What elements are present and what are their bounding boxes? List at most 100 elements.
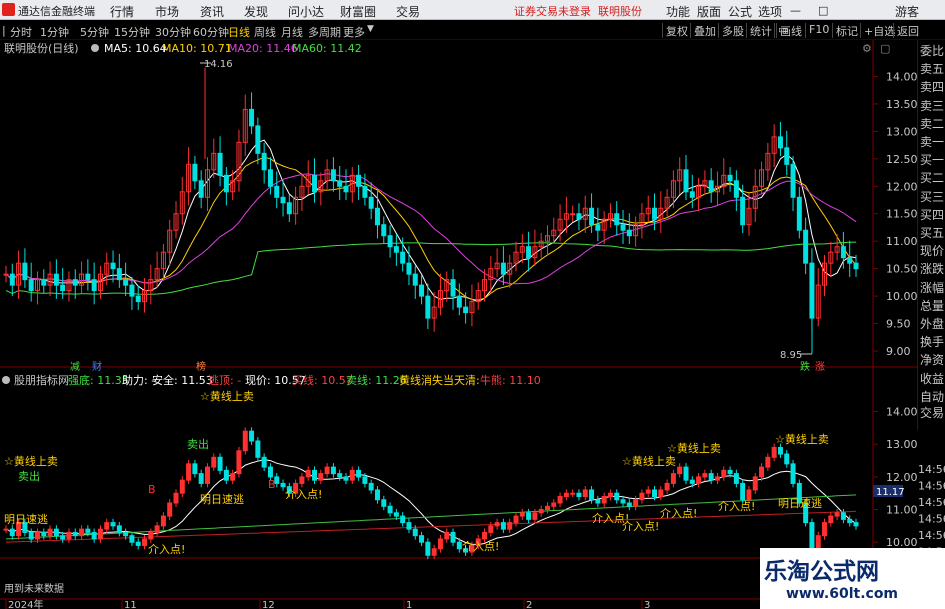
ind-candle-body xyxy=(450,531,456,543)
mark-button[interactable]: 标记 xyxy=(832,23,861,38)
ind-candle-body xyxy=(544,505,550,511)
indicator-annotation: 明日速逃 xyxy=(778,497,822,510)
marker-jian[interactable]: 减 xyxy=(70,361,80,373)
candlestick-chart[interactable]: 联明股份(日线) MA5: 10.64 MA10: 10.71 MA20: 11… xyxy=(0,40,945,609)
tab-period-weekly[interactable]: 周线 xyxy=(254,24,276,40)
menu-shichang[interactable]: 市场 xyxy=(155,3,179,20)
back-button[interactable]: 返回 xyxy=(893,23,922,38)
tab-period-multi[interactable]: 多周期 xyxy=(308,24,341,40)
ind-candle-body xyxy=(437,538,443,550)
candle-body xyxy=(803,229,809,264)
marker-bang[interactable]: 榜 xyxy=(196,360,206,373)
ma-settings-icon[interactable] xyxy=(91,44,99,52)
ind-candle-body xyxy=(167,502,173,517)
menu-xuanxiang[interactable]: 选项 xyxy=(758,3,782,20)
multi-stock-button[interactable]: 多股 xyxy=(718,23,747,38)
candle-body xyxy=(847,257,853,264)
tab-period-1min[interactable]: 1分钟 xyxy=(40,24,69,40)
marker-cai[interactable]: 财 xyxy=(92,360,102,373)
ind-candle-body xyxy=(532,512,538,520)
menu-faxian[interactable]: 发现 xyxy=(244,3,268,20)
menu-banmian[interactable]: 版面 xyxy=(697,3,721,20)
collapse-icon[interactable]: | xyxy=(2,24,6,37)
tab-period-monthly[interactable]: 月线 xyxy=(281,24,303,40)
candle-body xyxy=(400,251,406,264)
ind-maixian: 买线: 10.57 xyxy=(292,373,353,387)
chart-area[interactable]: 联明股份(日线) MA5: 10.64 MA10: 10.71 MA20: 11… xyxy=(0,40,945,609)
chart-window-controls[interactable]: ⚙ ▢ xyxy=(862,42,890,55)
tab-period-30min[interactable]: 30分钟 xyxy=(155,24,191,40)
menu-wenxiaoda[interactable]: 问小达 xyxy=(288,3,324,20)
candle-body xyxy=(853,262,859,270)
settings-icon[interactable]: ⚙ xyxy=(862,42,872,55)
candle-body xyxy=(595,224,601,231)
ind-candle-body xyxy=(639,492,645,501)
tab-period-fenshi[interactable]: 分时 xyxy=(10,24,32,40)
candle-body xyxy=(777,136,783,149)
candle-body xyxy=(255,125,261,154)
ind-candle-body xyxy=(658,489,664,497)
ind-candle-body xyxy=(689,479,695,484)
indicator-annotation: 明日速逃 xyxy=(200,493,244,506)
quote-side-panel: 委比 卖五 卖四 卖三 卖二 卖一 买一 买二 买三 买四 买五 现价 涨跌 涨幅 总量 外盘 换手 净资 收益 自动… xyxy=(917,40,945,430)
menu-gongneng[interactable]: 功能 xyxy=(666,3,690,20)
menu-bar: 通达信金融终端 行情 市场 资讯 发现 问小达 财富圈 交易 证券交易未登录 联… xyxy=(0,0,945,20)
ind-candle-body xyxy=(154,525,160,533)
x-axis: 2024年 11 12 1 2 3 xyxy=(0,598,760,609)
menu-zixun[interactable]: 资讯 xyxy=(200,3,224,20)
ind-candle-body xyxy=(393,512,399,517)
candle-body xyxy=(406,262,412,275)
login-status[interactable]: 证券交易未登录 联明股份 xyxy=(514,3,642,19)
expand-icon[interactable]: ▢ xyxy=(880,42,890,55)
candle-body xyxy=(110,262,116,270)
ind-candle-body xyxy=(97,528,103,540)
ind-candle-body xyxy=(601,495,607,504)
candle-body xyxy=(689,191,695,198)
indicator-annotation: 卖出 xyxy=(18,469,40,483)
ind-candle-body xyxy=(91,531,97,540)
draw-line-button[interactable]: 画线 xyxy=(776,23,805,38)
f10-button[interactable]: F10 xyxy=(805,23,832,38)
main-y-axis: 14.00 13.50 13.00 12.50 12.00 11.50 11.00 10.50… xyxy=(873,70,918,358)
overlay-button[interactable]: 叠加 xyxy=(690,23,719,38)
tab-period-daily[interactable]: 日线 xyxy=(228,24,250,40)
marker-die[interactable]: 跌 xyxy=(800,360,810,373)
candle-body xyxy=(368,196,374,209)
y-tick-label: 13.00 xyxy=(886,125,918,138)
candle-body xyxy=(274,185,280,198)
restore-button[interactable]: □ xyxy=(818,4,828,17)
tab-period-60min[interactable]: 60分钟 xyxy=(193,24,229,40)
ind-candle-body xyxy=(116,525,122,533)
menu-gongshi[interactable]: 公式 xyxy=(728,3,752,20)
quote-field: 买二 xyxy=(920,171,945,186)
ind-candle-body xyxy=(526,512,532,520)
stats-button[interactable]: 统计 xyxy=(746,23,775,38)
tab-period-more[interactable]: 更多 xyxy=(343,24,365,40)
tab-period-15min[interactable]: 15分钟 xyxy=(114,24,150,40)
more-arrow-icon[interactable]: ▼ xyxy=(367,24,374,34)
menu-jiaoyi[interactable]: 交易 xyxy=(396,3,420,20)
ind-candle-body xyxy=(318,473,324,481)
candle-body xyxy=(425,295,431,319)
ind-candle-body xyxy=(626,502,632,507)
candle-body xyxy=(796,196,802,231)
guest-label[interactable]: 游客 xyxy=(895,3,919,20)
marker-zhang[interactable]: 涨 xyxy=(815,361,825,373)
minimize-button[interactable]: — xyxy=(790,4,801,17)
ind-candle-body xyxy=(381,499,387,507)
candle-body xyxy=(72,279,78,286)
tab-period-5min[interactable]: 5分钟 xyxy=(80,24,109,40)
indicator-annotation: 介入点! xyxy=(285,488,322,501)
y-tick-label: 10.50 xyxy=(886,263,918,276)
ind-candle-body xyxy=(223,469,229,481)
indicator-settings-icon[interactable] xyxy=(2,376,10,384)
candle-body xyxy=(620,224,626,231)
ma20-line xyxy=(5,173,857,285)
candle-body xyxy=(840,246,846,259)
menu-hangqing[interactable]: 行情 xyxy=(110,3,134,20)
candle-body xyxy=(526,246,532,259)
fuquan-button[interactable]: 复权 xyxy=(662,23,691,38)
ind-candle-body xyxy=(633,499,639,507)
app-logo-icon xyxy=(2,3,15,16)
menu-caifuquan[interactable]: 财富圈 xyxy=(340,3,376,20)
